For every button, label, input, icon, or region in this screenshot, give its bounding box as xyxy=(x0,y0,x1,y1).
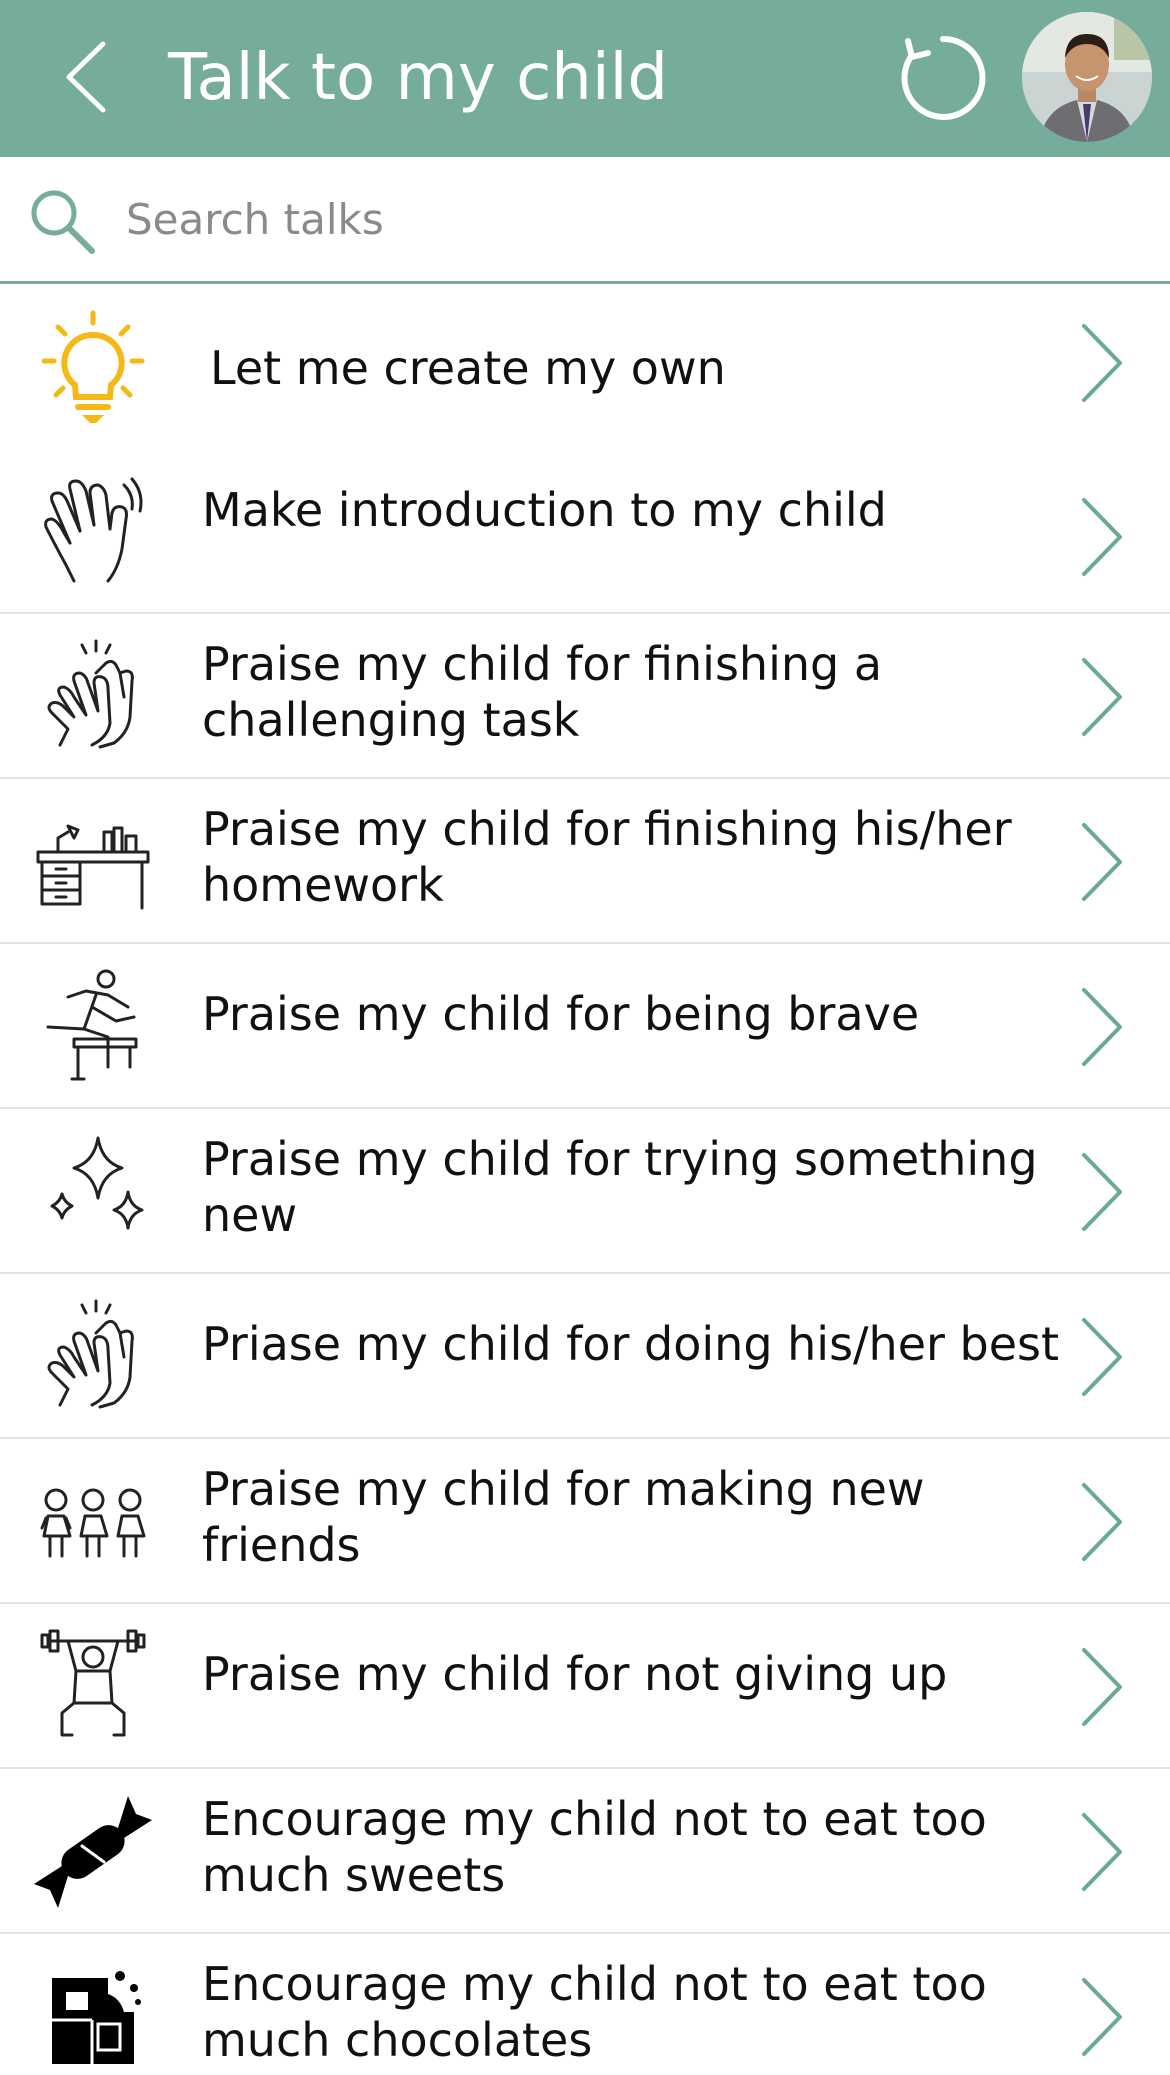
hurdle-runner-icon xyxy=(30,962,156,1088)
search-bar xyxy=(0,157,1170,284)
list-item[interactable]: Priase my child for doing his/her best xyxy=(0,1274,1170,1439)
back-button[interactable] xyxy=(50,32,120,122)
refresh-button[interactable] xyxy=(895,30,991,126)
weightlifter-icon xyxy=(30,1622,156,1748)
chevron-right-icon xyxy=(1082,658,1122,736)
candy-icon xyxy=(30,1789,156,1915)
avatar[interactable] xyxy=(1022,12,1152,142)
chevron-right-icon xyxy=(1082,1648,1122,1726)
list-item-label: Priase my child for doing his/her best xyxy=(202,1317,1060,1371)
list-item[interactable]: Encourage my child not to eat too much c… xyxy=(0,1934,1170,2075)
desk-icon xyxy=(30,799,156,925)
chevron-right-icon xyxy=(1082,1318,1122,1396)
chevron-right-icon xyxy=(1082,498,1122,576)
list-item-label: Let me create my own xyxy=(210,341,726,395)
list-item-label: Praise my child for finishing a challeng… xyxy=(202,637,883,747)
list-item-label: Praise my child for not giving up xyxy=(202,1647,948,1701)
list-item-label: Make introduction to my child xyxy=(202,483,887,537)
chevron-right-icon xyxy=(1082,1978,1122,2056)
refresh-icon xyxy=(901,35,986,120)
list-item[interactable]: Let me create my own xyxy=(0,284,1170,454)
list-item[interactable]: Praise my child for finishing a challeng… xyxy=(0,614,1170,779)
list-item[interactable]: Encourage my child not to eat too much s… xyxy=(0,1769,1170,1934)
list-item[interactable]: Praise my child for making new friends xyxy=(0,1439,1170,1604)
clapping-hands-icon xyxy=(30,1292,156,1418)
list-item-label: Encourage my child not to eat too much s… xyxy=(202,1792,987,1902)
list-item[interactable]: Praise my child for trying something new xyxy=(0,1109,1170,1274)
list-item-label: Praise my child for being brave xyxy=(202,987,920,1041)
page-title: Talk to my child xyxy=(168,41,668,115)
user-photo-icon xyxy=(1022,12,1152,142)
clapping-hands-icon xyxy=(30,632,156,758)
chevron-right-icon xyxy=(1082,1153,1122,1231)
friends-group-icon xyxy=(30,1459,156,1585)
list-item-label: Encourage my child not to eat too much c… xyxy=(202,1957,987,2067)
list-item[interactable]: Praise my child for finishing his/her ho… xyxy=(0,779,1170,944)
search-input[interactable] xyxy=(126,187,1126,251)
chevron-right-icon xyxy=(1082,1483,1122,1561)
list-item[interactable]: Make introduction to my child xyxy=(0,454,1170,614)
app-header: Talk to my child xyxy=(0,0,1170,157)
chevron-right-icon xyxy=(1082,988,1122,1066)
chevron-left-icon xyxy=(66,41,106,113)
talk-list: Let me create my own Make introduction t… xyxy=(0,284,1170,2075)
waving-hand-icon xyxy=(30,468,156,594)
list-item-label: Praise my child for trying something new xyxy=(202,1132,1038,1242)
chevron-right-icon xyxy=(1082,1813,1122,1891)
chocolate-icon xyxy=(30,1956,156,2075)
list-item-label: Praise my child for making new friends xyxy=(202,1462,925,1572)
list-item[interactable]: Praise my child for being brave xyxy=(0,944,1170,1109)
chevron-right-icon xyxy=(1082,823,1122,901)
sparkles-icon xyxy=(30,1127,156,1253)
chevron-right-icon xyxy=(1082,324,1122,402)
list-item-label: Praise my child for finishing his/her ho… xyxy=(202,802,1012,912)
list-item[interactable]: Praise my child for not giving up xyxy=(0,1604,1170,1769)
lightbulb-icon xyxy=(30,306,156,432)
search-icon xyxy=(31,190,95,254)
